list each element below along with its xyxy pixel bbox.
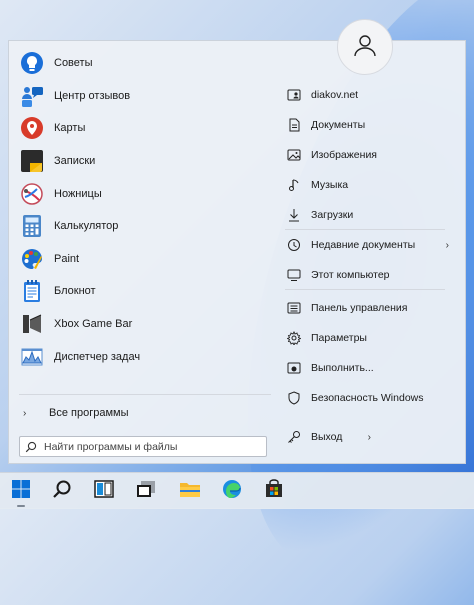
place-label: Загрузки: [311, 209, 354, 221]
app-label: Калькулятор: [54, 220, 119, 233]
user-icon: [352, 32, 378, 63]
snap-layout-button[interactable]: [90, 477, 118, 505]
place-windows-security[interactable]: Безопасность Windows: [285, 388, 455, 408]
all-programs-button[interactable]: › Все программы: [19, 407, 128, 419]
place-label: Изображения: [311, 149, 377, 161]
tips-bulb-icon: [19, 50, 45, 76]
place-label: Безопасность Windows: [311, 392, 424, 404]
pinned-apps-list: Советы Центр отзывов Карты Записки Ножни…: [19, 47, 279, 373]
place-control-panel[interactable]: Панель управления: [285, 298, 455, 318]
place-music[interactable]: Музыка: [285, 175, 455, 195]
snap-layout-icon: [94, 479, 114, 504]
app-label: Paint: [54, 252, 80, 265]
app-label: Ножницы: [54, 187, 102, 200]
separator: [285, 289, 445, 290]
place-label: diakov.net: [311, 89, 359, 101]
notepad-icon: [19, 278, 45, 304]
start-button[interactable]: [7, 477, 35, 507]
place-label: Параметры: [311, 332, 367, 344]
app-item-maps[interactable]: Карты: [19, 112, 279, 145]
recent-clock-icon: [285, 237, 303, 253]
exit-button[interactable]: Выход ›: [285, 427, 455, 447]
computer-icon: [285, 267, 303, 283]
sticky-notes-icon: [19, 148, 45, 174]
app-label: Центр отзывов: [54, 89, 131, 102]
place-settings[interactable]: Параметры: [285, 328, 455, 348]
place-this-computer[interactable]: Этот компьютер: [285, 265, 455, 285]
place-label: Панель управления: [311, 302, 408, 314]
place-user-folder[interactable]: diakov.net: [285, 85, 455, 105]
run-icon: [285, 360, 303, 376]
app-item-paint[interactable]: Paint: [19, 243, 279, 276]
file-explorer-icon: [179, 479, 201, 504]
file-explorer-button[interactable]: [176, 477, 204, 505]
settings-gear-icon: [285, 330, 303, 346]
taskbar: [0, 472, 474, 509]
app-item-sticky-notes[interactable]: Записки: [19, 145, 279, 178]
maps-pin-icon: [19, 115, 45, 141]
app-item-notepad[interactable]: Блокнот: [19, 275, 279, 308]
store-icon: [264, 478, 284, 504]
place-label: Недавние документы: [311, 239, 416, 251]
place-run[interactable]: Выполнить...: [285, 358, 455, 378]
music-icon: [285, 177, 303, 193]
shield-icon: [285, 390, 303, 406]
downloads-icon: [285, 207, 303, 223]
app-label: Карты: [54, 122, 86, 135]
place-downloads[interactable]: Загрузки: [285, 205, 455, 225]
task-manager-icon: [19, 344, 45, 370]
xbox-game-bar-icon: [19, 311, 45, 337]
search-icon: [52, 479, 72, 504]
search-icon: [22, 441, 40, 453]
edge-browser-icon: [222, 479, 242, 504]
place-label: Музыка: [311, 179, 349, 191]
app-item-snipping-tool[interactable]: Ножницы: [19, 177, 279, 210]
calculator-icon: [19, 213, 45, 239]
app-label: Записки: [54, 155, 96, 168]
exit-label: Выход: [311, 431, 343, 443]
place-documents[interactable]: Документы: [285, 115, 455, 135]
feedback-hub-icon: [19, 83, 45, 109]
separator: [19, 394, 271, 395]
store-button[interactable]: [260, 477, 288, 505]
search-box[interactable]: Найти программы и файлы: [19, 436, 267, 457]
place-label: Документы: [311, 119, 366, 131]
app-item-calculator[interactable]: Калькулятор: [19, 210, 279, 243]
user-avatar[interactable]: [337, 19, 393, 75]
place-recent-documents[interactable]: Недавние документы ›: [285, 235, 455, 255]
app-label: Блокнот: [54, 285, 96, 298]
documents-icon: [285, 117, 303, 133]
chevron-right-icon: ›: [445, 239, 449, 251]
place-label: Выполнить...: [311, 362, 374, 374]
separator: [285, 229, 445, 230]
taskbar-search-button[interactable]: [48, 477, 76, 505]
chevron-right-icon: ›: [367, 431, 371, 443]
place-label: Этот компьютер: [311, 269, 390, 281]
all-programs-label: Все программы: [49, 407, 129, 419]
app-item-task-manager[interactable]: Диспетчер задач: [19, 340, 279, 373]
app-item-xbox-game-bar[interactable]: Xbox Game Bar: [19, 308, 279, 341]
desktop-icon: [136, 479, 156, 504]
app-item-feedback-hub[interactable]: Центр отзывов: [19, 80, 279, 113]
snipping-tool-icon: [19, 181, 45, 207]
control-panel-icon: [285, 300, 303, 316]
edge-browser-button[interactable]: [218, 477, 246, 505]
app-label: Диспетчер задач: [54, 350, 141, 363]
paint-palette-icon: [19, 246, 45, 272]
app-label: Xbox Game Bar: [54, 318, 133, 331]
app-item-tips[interactable]: Советы: [19, 47, 279, 80]
app-label: Советы: [54, 57, 93, 70]
start-menu: Советы Центр отзывов Карты Записки Ножни…: [8, 40, 466, 464]
place-pictures[interactable]: Изображения: [285, 145, 455, 165]
user-folder-icon: [285, 87, 303, 103]
chevron-right-icon: ›: [23, 407, 27, 419]
desktop-button[interactable]: [132, 477, 160, 505]
search-placeholder: Найти программы и файлы: [44, 440, 178, 453]
pictures-icon: [285, 147, 303, 163]
start-windows-icon: [11, 479, 31, 504]
key-icon: [285, 429, 303, 445]
